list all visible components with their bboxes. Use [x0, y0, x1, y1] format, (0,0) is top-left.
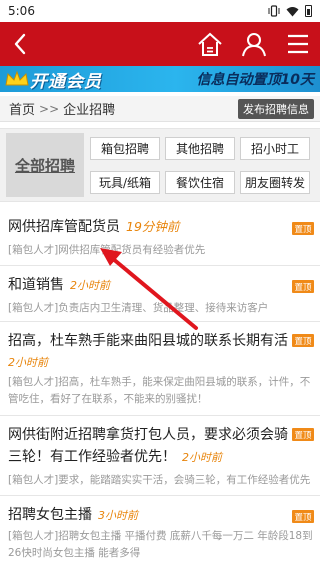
menu-button[interactable] [276, 22, 320, 66]
status-bar: 5:06 [0, 0, 320, 22]
breadcrumb-current: 企业招聘 [63, 103, 116, 118]
vibrate-icon [268, 5, 280, 17]
pinned-badge: 置顶 [292, 280, 314, 293]
job-item[interactable]: 网供招库管配货员 19分钟前 置顶 [箱包人才]网供招库管配货员有经验者优先 [0, 210, 320, 266]
job-time: 2小时前 [8, 356, 48, 369]
job-item[interactable]: 和道销售 2小时前 置顶 [箱包人才]负责店内卫生清理、货品整理、接待来访客户 [0, 266, 320, 322]
user-icon [242, 33, 266, 57]
category-hourly-jobs[interactable]: 招小时工 [240, 137, 310, 160]
pinned-badge: 置顶 [292, 510, 314, 523]
pinned-badge: 置顶 [292, 222, 314, 235]
category-other-jobs[interactable]: 其他招聘 [165, 137, 235, 160]
category-catering-lodging[interactable]: 餐饮住宿 [165, 171, 235, 194]
breadcrumb-home[interactable]: 首页 [9, 99, 35, 118]
user-button[interactable] [232, 22, 276, 66]
job-desc: [箱包人才]要求，能踏踏实实干活，会骑三轮，有工作经验者优先 [8, 474, 311, 486]
app-header [0, 22, 320, 66]
pinned-badge: 置顶 [292, 428, 314, 441]
job-title: 网供街附近招聘拿货打包人员，要求必须会骑三轮！有工作经验者优先！ [8, 427, 288, 465]
job-time: 2小时前 [70, 279, 110, 292]
category-panel: 全部招聘 箱包招聘 其他招聘 招小时工 玩具/纸箱 餐饮住宿 朋友圈转发 [0, 128, 320, 202]
job-item[interactable]: 招高，杜车熟手能来曲阳县城的联系长期有活 置顶 2小时前 [箱包人才]招高，杜车… [0, 322, 320, 416]
breadcrumb-separator: >> [39, 101, 60, 116]
job-desc: [箱包人才]招高，杜车熟手，能来保定曲阳县城的联系，计件，不管吃住，看好了在联系… [8, 376, 311, 405]
banner-left-text: 开通会员 [30, 71, 102, 92]
crown-icon [5, 70, 29, 86]
all-jobs-button[interactable]: 全部招聘 [6, 133, 84, 197]
job-title: 网供招库管配货员 [8, 219, 120, 235]
status-time: 5:06 [8, 4, 35, 18]
job-title: 招高，杜车熟手能来曲阳县城的联系长期有活 [8, 333, 288, 349]
category-bag-jobs[interactable]: 箱包招聘 [90, 137, 160, 160]
breadcrumb: 首页 >> 企业招聘 发布招聘信息 [0, 96, 320, 122]
wifi-icon [286, 6, 299, 16]
job-time: 3小时前 [98, 509, 138, 522]
banner-right-text: 信息自动置顶10天 [196, 72, 314, 88]
job-item[interactable]: 网供街附近招聘拿货打包人员，要求必须会骑三轮！有工作经验者优先！ 2小时前 置顶 … [0, 416, 320, 496]
job-desc: [箱包人才]招聘女包主播 平播付费 底薪八千每一万二 年龄段18到26快时尚女包… [8, 530, 313, 559]
vip-banner[interactable]: 开通会员 信息自动置顶10天 [0, 66, 320, 92]
post-job-button[interactable]: 发布招聘信息 [238, 98, 314, 119]
job-desc: [箱包人才]负责店内卫生清理、货品整理、接待来访客户 [8, 302, 269, 314]
category-moments-share[interactable]: 朋友圈转发 [240, 171, 310, 194]
back-icon [14, 33, 26, 55]
job-time: 2小时前 [182, 451, 222, 464]
category-toys-boxes[interactable]: 玩具/纸箱 [90, 171, 160, 194]
pinned-badge: 置顶 [292, 334, 314, 347]
status-icons [268, 5, 312, 17]
job-time: 19分钟前 [126, 219, 180, 234]
home-button[interactable] [188, 22, 232, 66]
menu-icon [288, 34, 308, 54]
battery-icon [305, 5, 312, 17]
job-item[interactable]: 招聘女包主播 3小时前 置顶 [箱包人才]招聘女包主播 平播付费 底薪八千每一万二… [0, 496, 320, 569]
home-icon [198, 32, 222, 56]
back-button[interactable] [0, 22, 40, 66]
job-title: 招聘女包主播 [8, 507, 92, 523]
job-desc: [箱包人才]网供招库管配货员有经验者优先 [8, 244, 206, 256]
job-title: 和道销售 [8, 277, 64, 293]
